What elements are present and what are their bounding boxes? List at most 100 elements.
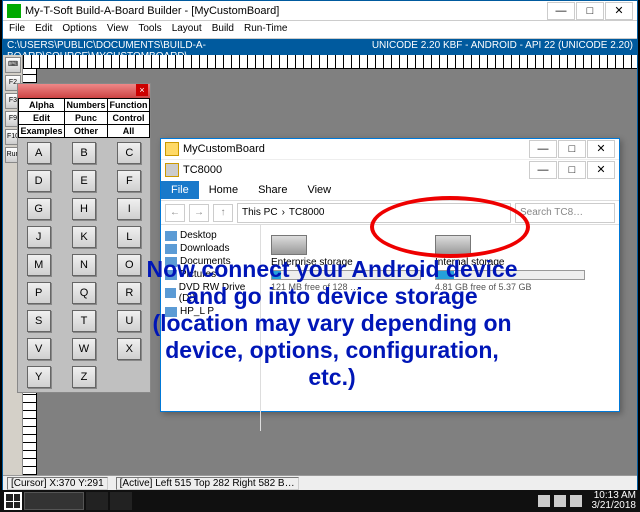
key-w[interactable]: W	[72, 338, 96, 360]
tray-volume-icon[interactable]	[570, 495, 582, 507]
menu-bar: File Edit Options View Tools Layout Buil…	[3, 21, 637, 39]
exp-close[interactable]: ✕	[587, 140, 615, 158]
key-k[interactable]: K	[72, 226, 96, 248]
cat-alpha[interactable]: Alpha	[19, 99, 65, 112]
key-x[interactable]: X	[117, 338, 141, 360]
menu-build[interactable]: Build	[212, 23, 234, 36]
key-q[interactable]: Q	[72, 282, 96, 304]
tab-home[interactable]: Home	[199, 181, 248, 199]
key-m[interactable]: M	[27, 254, 51, 276]
path-bar: C:\USERS\PUBLIC\DOCUMENTS\BUILD-A-BOARD\…	[3, 39, 637, 55]
key-y[interactable]: Y	[27, 366, 51, 388]
explorer-title: MyCustomBoard	[183, 143, 529, 155]
nav-back[interactable]: ←	[165, 204, 185, 222]
cat-examples[interactable]: Examples	[19, 125, 65, 138]
exp2-minimize[interactable]: —	[529, 161, 557, 179]
address-bar[interactable]: This PC › TC8000	[237, 203, 511, 223]
crumb-thispc[interactable]: This PC	[242, 207, 278, 218]
keys-panel-close[interactable]: ×	[136, 84, 148, 96]
nav-fwd[interactable]: →	[189, 204, 209, 222]
drive-icon	[165, 163, 179, 177]
exp2-close[interactable]: ✕	[587, 161, 615, 179]
key-z[interactable]: Z	[72, 366, 96, 388]
menu-file[interactable]: File	[9, 23, 25, 36]
status-bar: [Cursor] X:370 Y:291 [Active] Left 515 T…	[3, 475, 637, 491]
taskbar: 10:13 AM 3/21/2018	[0, 490, 640, 512]
search-input[interactable]: Search TC8…	[515, 203, 615, 223]
clock-date: 3/21/2018	[592, 501, 637, 511]
key-l[interactable]: L	[117, 226, 141, 248]
menu-view[interactable]: View	[107, 23, 129, 36]
app-title: My-T-Soft Build-A-Board Builder - [MyCus…	[25, 5, 547, 17]
key-p[interactable]: P	[27, 282, 51, 304]
folder-icon	[165, 142, 179, 156]
key-g[interactable]: G	[27, 198, 51, 220]
maximize-button[interactable]: □	[576, 2, 604, 20]
instruction-text: Now connect your Android device and go i…	[142, 256, 522, 391]
path-left: C:\USERS\PUBLIC\DOCUMENTS\BUILD-A-BOARD\…	[7, 40, 372, 54]
system-tray: 10:13 AM 3/21/2018	[538, 491, 637, 511]
exp2-maximize[interactable]: □	[558, 161, 586, 179]
key-r[interactable]: R	[117, 282, 141, 304]
key-a[interactable]: A	[27, 142, 51, 164]
nav-item[interactable]: Downloads	[165, 242, 256, 255]
key-t[interactable]: T	[72, 310, 96, 332]
key-d[interactable]: D	[27, 170, 51, 192]
start-button[interactable]	[4, 492, 22, 510]
tab-file[interactable]: File	[161, 181, 199, 199]
tab-share[interactable]: Share	[248, 181, 297, 199]
close-button[interactable]: ✕	[605, 2, 633, 20]
key-j[interactable]: J	[27, 226, 51, 248]
app-icon	[7, 4, 21, 18]
titlebar: My-T-Soft Build-A-Board Builder - [MyCus…	[3, 1, 637, 21]
tool-keyboard[interactable]: ⌨	[5, 57, 21, 73]
exp-minimize[interactable]: —	[529, 140, 557, 158]
folder-icon	[165, 244, 177, 254]
keys-category-table: AlphaNumbersFunction EditPuncControl Exa…	[18, 98, 150, 138]
tray-network-icon[interactable]	[554, 495, 566, 507]
explorer-titlebar-2: TC8000 — □ ✕	[161, 159, 619, 179]
status-active: [Active] Left 515 Top 282 Right 582 B…	[116, 477, 299, 490]
key-f[interactable]: F	[117, 170, 141, 192]
nav-up[interactable]: ↑	[213, 204, 233, 222]
chevron-icon: ›	[282, 207, 285, 218]
taskbar-app-icon[interactable]	[110, 492, 132, 510]
taskbar-clock[interactable]: 10:13 AM 3/21/2018	[592, 491, 637, 511]
cat-other[interactable]: Other	[65, 125, 108, 138]
cat-control[interactable]: Control	[108, 112, 150, 125]
menu-edit[interactable]: Edit	[35, 23, 52, 36]
cat-all[interactable]: All	[108, 125, 150, 138]
nav-item[interactable]: Desktop	[165, 229, 256, 242]
key-v[interactable]: V	[27, 338, 51, 360]
minimize-button[interactable]: —	[547, 2, 575, 20]
cat-punc[interactable]: Punc	[65, 112, 108, 125]
menu-layout[interactable]: Layout	[172, 23, 202, 36]
menu-runtime[interactable]: Run-Time	[244, 23, 288, 36]
key-e[interactable]: E	[72, 170, 96, 192]
key-i[interactable]: I	[117, 198, 141, 220]
cat-function[interactable]: Function	[108, 99, 150, 112]
cat-edit[interactable]: Edit	[19, 112, 65, 125]
tab-view[interactable]: View	[297, 181, 341, 199]
nav-label: Desktop	[180, 230, 217, 241]
path-right: UNICODE 2.20 KBF - ANDROID - API 22 (UNI…	[372, 40, 633, 54]
taskbar-search[interactable]	[24, 492, 84, 510]
crumb-device[interactable]: TC8000	[289, 207, 325, 218]
menu-tools[interactable]: Tools	[138, 23, 161, 36]
exp-maximize[interactable]: □	[558, 140, 586, 158]
drive-icon	[435, 235, 471, 255]
cat-numbers[interactable]: Numbers	[65, 99, 108, 112]
key-c[interactable]: C	[117, 142, 141, 164]
keys-grid: ABC DEF GHI JKL MNO PQR STU VWX YZ	[18, 138, 150, 392]
key-b[interactable]: B	[72, 142, 96, 164]
key-u[interactable]: U	[117, 310, 141, 332]
menu-options[interactable]: Options	[62, 23, 96, 36]
taskbar-cortana-icon[interactable]	[86, 492, 108, 510]
ruler-horizontal	[23, 55, 637, 69]
key-s[interactable]: S	[27, 310, 51, 332]
key-n[interactable]: N	[72, 254, 96, 276]
status-cursor: [Cursor] X:370 Y:291	[7, 477, 108, 490]
key-h[interactable]: H	[72, 198, 96, 220]
key-o[interactable]: O	[117, 254, 141, 276]
tray-icon[interactable]	[538, 495, 550, 507]
